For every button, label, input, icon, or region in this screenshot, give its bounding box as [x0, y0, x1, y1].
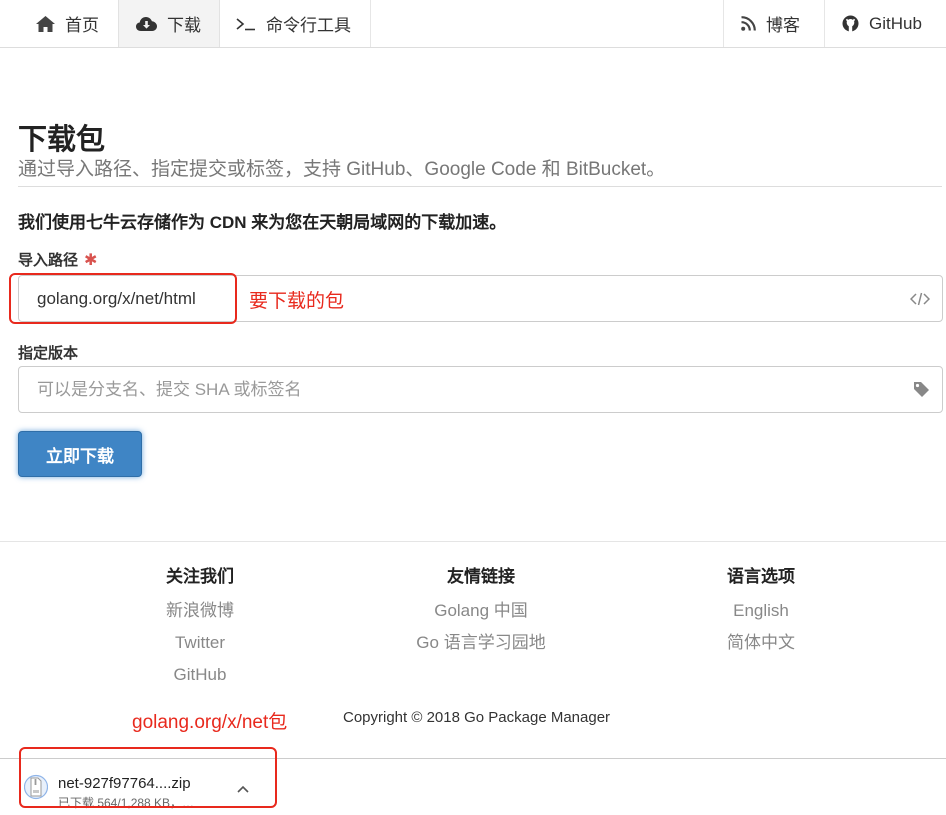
download-now-button[interactable]: 立即下载: [18, 431, 142, 477]
annotation-package-note: 要下载的包: [249, 291, 345, 312]
rss-icon: [741, 16, 756, 31]
tag-icon: [913, 367, 930, 412]
footer-link-simplified-chinese[interactable]: 简体中文: [651, 632, 871, 664]
footer-link-golang-china[interactable]: Golang 中国: [371, 600, 591, 632]
footer-column-links: 友情链接 Golang 中国 Go 语言学习园地: [371, 562, 591, 664]
footer-divider: [0, 541, 946, 542]
nav-github[interactable]: GitHub: [842, 0, 922, 47]
footer-heading-follow: 关注我们: [166, 567, 234, 586]
nav-divider: [370, 0, 371, 47]
import-path-label: 导入路径 ✱: [18, 249, 97, 270]
version-label: 指定版本: [18, 345, 79, 362]
nav-cli-tools-label: 命令行工具: [266, 16, 351, 35]
top-navbar: 首页 下载 命令行工具 博客 GitHub: [0, 0, 946, 48]
nav-blog[interactable]: 博客: [741, 0, 800, 47]
annotation-box-download: [19, 747, 277, 808]
annotation-net-note: golang.org/x/net包: [132, 712, 288, 733]
footer-link-weibo[interactable]: 新浪微博: [90, 600, 310, 632]
footer-link-github[interactable]: GitHub: [90, 664, 310, 696]
footer-column-language: 语言选项 English 简体中文: [651, 562, 871, 664]
version-placeholder[interactable]: 可以是分支名、提交 SHA 或标签名: [37, 367, 301, 412]
nav-download-label: 下载: [167, 16, 201, 35]
cloud-download-icon: [136, 16, 157, 32]
nav-home-label: 首页: [65, 16, 99, 35]
code-icon: [910, 276, 930, 321]
copyright: Copyright © 2018 Go Package Manager: [343, 709, 611, 726]
nav-cli-tools[interactable]: 命令行工具: [236, 0, 351, 47]
footer-heading-links: 友情链接: [447, 567, 515, 586]
nav-divider: [723, 0, 724, 47]
header-divider: [18, 186, 942, 187]
footer-link-english[interactable]: English: [651, 600, 871, 632]
import-path-label-text: 导入路径: [18, 252, 79, 269]
cdn-note: 我们使用七牛云存储作为 CDN 来为您在天朝局域网的下载加速。: [18, 213, 507, 232]
home-icon: [36, 15, 55, 32]
footer-link-twitter[interactable]: Twitter: [90, 632, 310, 664]
nav-divider: [824, 0, 825, 47]
footer-column-follow: 关注我们 新浪微博 Twitter GitHub: [90, 562, 310, 696]
page-title: 下载包: [18, 124, 106, 156]
nav-blog-label: 博客: [766, 16, 800, 35]
nav-github-label: GitHub: [869, 13, 922, 33]
footer-heading-language: 语言选项: [727, 567, 795, 586]
nav-download[interactable]: 下载: [118, 0, 220, 47]
page-subtitle: 通过导入路径、指定提交或标签，支持 GitHub、Google Code 和 B…: [18, 159, 666, 180]
annotation-box-import-path: [9, 273, 237, 324]
nav-home[interactable]: 首页: [36, 0, 99, 47]
footer-link-go-study[interactable]: Go 语言学习园地: [371, 632, 591, 664]
github-icon: [842, 15, 859, 32]
terminal-icon: [236, 17, 256, 31]
required-asterisk: ✱: [84, 252, 98, 269]
version-input[interactable]: 可以是分支名、提交 SHA 或标签名: [18, 366, 943, 413]
